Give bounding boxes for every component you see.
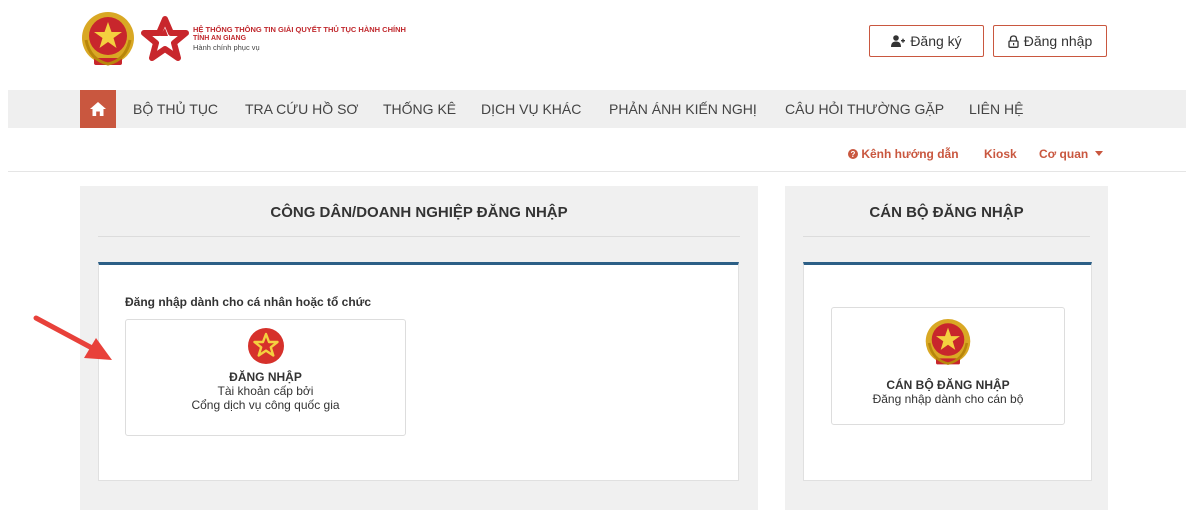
citizen-login-card[interactable]: ĐĂNG NHẬP Tài khoản cấp bởi Cổng dịch vụ… xyxy=(125,319,406,436)
nav-item-feedback[interactable]: PHẢN ÁNH KIẾN NGHỊ xyxy=(609,90,757,128)
panel-divider xyxy=(98,236,740,237)
citizen-login-subtitle: Đăng nhập dành cho cá nhân hoặc tổ chức xyxy=(125,295,372,309)
officer-login-card[interactable]: CÁN BỘ ĐĂNG NHẬP Đăng nhập dành cho cán … xyxy=(831,307,1065,425)
officer-login-panel: CÁN BỘ ĐĂNG NHẬP CÁN BỘ ĐĂNG NHẬP Đăng n… xyxy=(785,186,1108,510)
divider xyxy=(8,171,1186,172)
lock-icon xyxy=(1008,34,1019,48)
agency-dropdown[interactable]: Cơ quan xyxy=(1039,147,1103,161)
agency-label: Cơ quan xyxy=(1039,147,1089,161)
star-logo-icon[interactable] xyxy=(140,14,190,66)
guide-label: Kênh hướng dẫn xyxy=(861,147,959,161)
nav-item-contact[interactable]: LIÊN HỆ xyxy=(969,90,1023,128)
svg-text:?: ? xyxy=(851,150,856,159)
logo-province: TỈNH AN GIANG xyxy=(193,35,247,42)
citizen-login-panel: CÔNG DÂN/DOANH NGHIỆP ĐĂNG NHẬP Đăng nhậ… xyxy=(80,186,758,510)
officer-login-box: CÁN BỘ ĐĂNG NHẬP Đăng nhập dành cho cán … xyxy=(803,262,1092,481)
citizen-card-line1: Tài khoản cấp bởi xyxy=(217,384,314,398)
logo-slogan: Hành chính phục vụ xyxy=(193,43,260,52)
login-label: Đăng nhập xyxy=(1023,33,1093,49)
header: HỆ THỐNG THÔNG TIN GIẢI QUYẾT THỦ TỤC HÀ… xyxy=(0,0,1186,90)
officer-card-title: CÁN BỘ ĐĂNG NHẬP xyxy=(886,378,1010,392)
nav-home-button[interactable] xyxy=(80,90,116,128)
panel-divider xyxy=(803,236,1090,237)
kiosk-link[interactable]: Kiosk xyxy=(984,147,1017,161)
citizen-login-box: Đăng nhập dành cho cá nhân hoặc tổ chức … xyxy=(98,262,739,481)
home-icon xyxy=(90,102,106,116)
guide-link[interactable]: ? Kênh hướng dẫn xyxy=(848,147,959,161)
caret-down-icon xyxy=(1094,151,1103,156)
citizen-panel-title: CÔNG DÂN/DOANH NGHIỆP ĐĂNG NHẬP xyxy=(270,204,568,221)
login-button[interactable]: Đăng nhập xyxy=(993,25,1107,57)
user-plus-icon xyxy=(891,35,906,47)
nav-item-other-services[interactable]: DỊCH VỤ KHÁC xyxy=(481,90,581,128)
nav-item-lookup[interactable]: TRA CỨU HỒ SƠ xyxy=(245,90,358,128)
logo-text: HỆ THỐNG THÔNG TIN GIẢI QUYẾT THỦ TỤC HÀ… xyxy=(193,25,406,52)
main-nav: BỘ THỦ TỤC TRA CỨU HỒ SƠ THỐNG KÊ DỊCH V… xyxy=(8,90,1186,128)
citizen-card-line2: Cổng dịch vụ công quốc gia xyxy=(191,398,340,412)
question-circle-icon: ? xyxy=(848,149,858,159)
logo-title: HỆ THỐNG THÔNG TIN GIẢI QUYẾT THỦ TỤC HÀ… xyxy=(193,25,406,34)
nav-item-procedures[interactable]: BỘ THỦ TỤC xyxy=(133,90,218,128)
nav-item-faq[interactable]: CÂU HỎI THƯỜNG GẶP xyxy=(785,90,944,128)
national-emblem-icon xyxy=(925,319,971,365)
arrow-pointer-icon xyxy=(33,315,112,360)
officer-card-line1: Đăng nhập dành cho cán bộ xyxy=(872,392,1024,406)
nav-item-statistics[interactable]: THỐNG KÊ xyxy=(383,90,456,128)
vndc-star-icon xyxy=(247,328,284,364)
register-label: Đăng ký xyxy=(910,33,962,49)
national-emblem-icon[interactable] xyxy=(80,10,136,70)
citizen-card-title: ĐĂNG NHẬP xyxy=(229,370,302,384)
register-button[interactable]: Đăng ký xyxy=(869,25,984,57)
officer-panel-title: CÁN BỘ ĐĂNG NHẬP xyxy=(869,204,1024,221)
